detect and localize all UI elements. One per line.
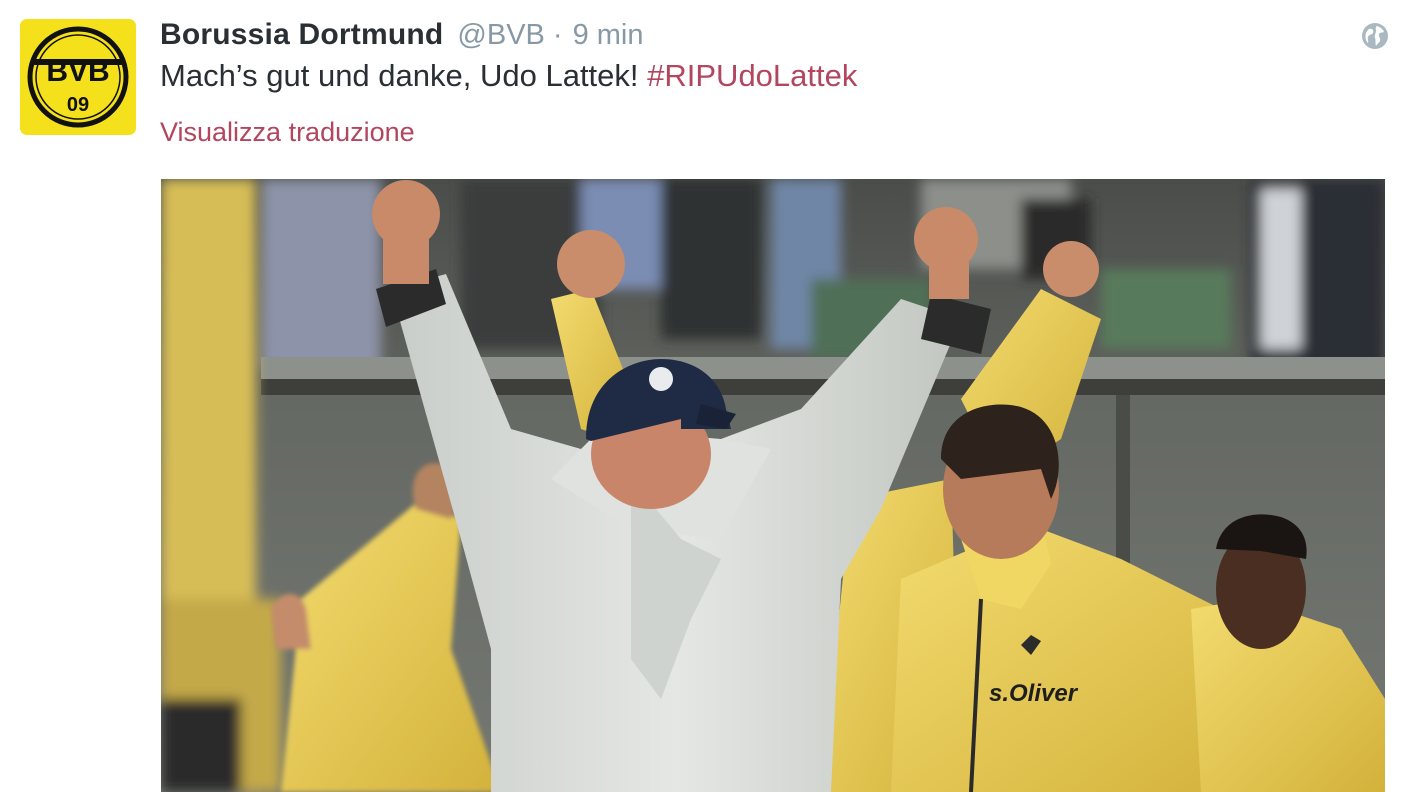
translate-link[interactable]: Visualizza traduzione <box>160 117 415 155</box>
separator-dot: · <box>552 18 563 51</box>
display-name[interactable]: Borussia Dortmund <box>160 18 443 52</box>
tweet-photo[interactable]: s.Oliver <box>161 179 1385 792</box>
bvb-logo: BVB 09 <box>20 19 136 135</box>
tweet-header: Borussia Dortmund @BVB · 9 min <box>160 14 643 56</box>
tweet-text-main: Mach’s gut und danke, Udo Lattek! <box>160 58 648 93</box>
hashtag-link[interactable]: #RIPUdoLattek <box>647 58 857 93</box>
user-handle[interactable]: @BVB <box>457 19 544 52</box>
avatar[interactable]: BVB 09 <box>20 19 136 135</box>
photo-illustration: s.Oliver <box>161 179 1385 792</box>
jacket-text: s.Oliver <box>989 680 1079 707</box>
tweet-text: Mach’s gut und danke, Udo Lattek! #RIPUd… <box>160 58 857 100</box>
timestamp[interactable]: 9 min <box>573 19 644 52</box>
logo-letters: BVB <box>46 55 109 88</box>
tweet: BVB 09 Borussia Dortmund @BVB · 9 min Ma… <box>0 0 1408 792</box>
globe-icon[interactable] <box>1360 21 1390 51</box>
logo-year: 09 <box>67 94 89 116</box>
